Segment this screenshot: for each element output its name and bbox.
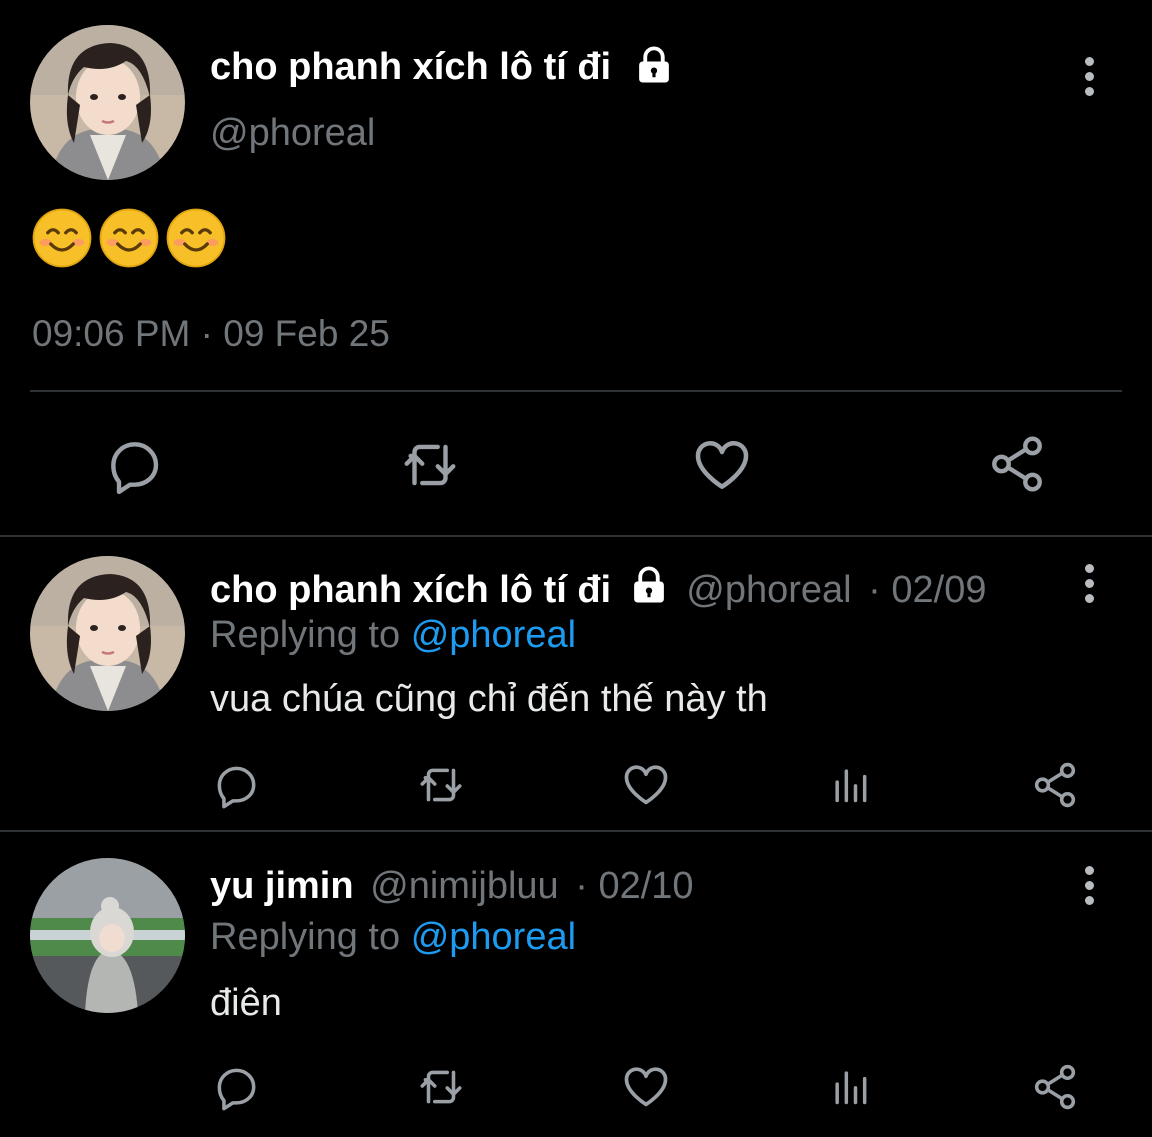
avatar[interactable] (30, 858, 185, 1013)
date[interactable]: · 02/09 (868, 569, 986, 611)
smiling-face-emoji-icon (166, 208, 226, 268)
smiling-face-emoji-icon (99, 208, 159, 268)
replying-to-label: Replying to (210, 916, 401, 958)
more-options-icon[interactable] (1084, 866, 1094, 911)
avatar[interactable] (30, 556, 185, 711)
reply-icon[interactable] (211, 760, 261, 810)
display-name-text: cho phanh xích lô tí đi (210, 46, 612, 88)
handle[interactable]: @phoreal (210, 112, 375, 155)
display-name[interactable]: yu jimin (210, 865, 354, 907)
analytics-icon[interactable] (828, 762, 872, 806)
retweet-icon[interactable] (414, 1062, 468, 1112)
smiling-face-emoji-icon (32, 208, 92, 268)
timestamp[interactable]: 09:06 PM · 09 Feb 25 (32, 313, 390, 355)
reply-icon[interactable] (211, 1062, 261, 1112)
retweet-icon[interactable] (397, 434, 463, 496)
replying-to-label: Replying to (210, 614, 401, 656)
share-icon[interactable] (1030, 760, 1080, 810)
date[interactable]: · 02/10 (575, 865, 693, 907)
analytics-icon[interactable] (828, 1064, 872, 1108)
display-name[interactable]: cho phanh xích lô tí đi (210, 46, 611, 89)
share-icon[interactable] (986, 433, 1048, 495)
section-divider (0, 830, 1152, 832)
tweet-content: 😊😊😊 (32, 208, 332, 268)
display-name[interactable]: cho phanh xích lô tí đi (210, 569, 611, 611)
replying-to-link[interactable]: @phoreal (411, 614, 576, 656)
like-icon[interactable] (620, 1060, 672, 1112)
like-icon[interactable] (620, 758, 672, 810)
reply-header: yu jimin @nimijbluu · 02/10 (210, 865, 694, 908)
more-options-icon[interactable] (1084, 564, 1094, 609)
share-icon[interactable] (1030, 1062, 1080, 1112)
reply-content: điên (210, 982, 282, 1024)
handle[interactable]: @nimijbluu (370, 865, 559, 907)
avatar[interactable] (30, 25, 185, 180)
handle[interactable]: @phoreal (686, 569, 851, 611)
replying-to: Replying to @phoreal (210, 614, 576, 657)
lock-icon (628, 564, 670, 606)
reply-content: vua chúa cũng chỉ đến thế này th (210, 678, 768, 720)
divider (30, 390, 1122, 392)
reply-icon[interactable] (103, 434, 165, 496)
replying-to: Replying to @phoreal (210, 916, 576, 959)
more-options-icon[interactable] (1084, 57, 1094, 102)
lock-icon (633, 44, 675, 86)
reply-header: cho phanh xích lô tí đi @phoreal · 02/09 (210, 564, 986, 612)
section-divider (0, 535, 1152, 537)
retweet-icon[interactable] (414, 760, 468, 810)
like-icon[interactable] (690, 432, 754, 496)
replying-to-link[interactable]: @phoreal (411, 916, 576, 958)
